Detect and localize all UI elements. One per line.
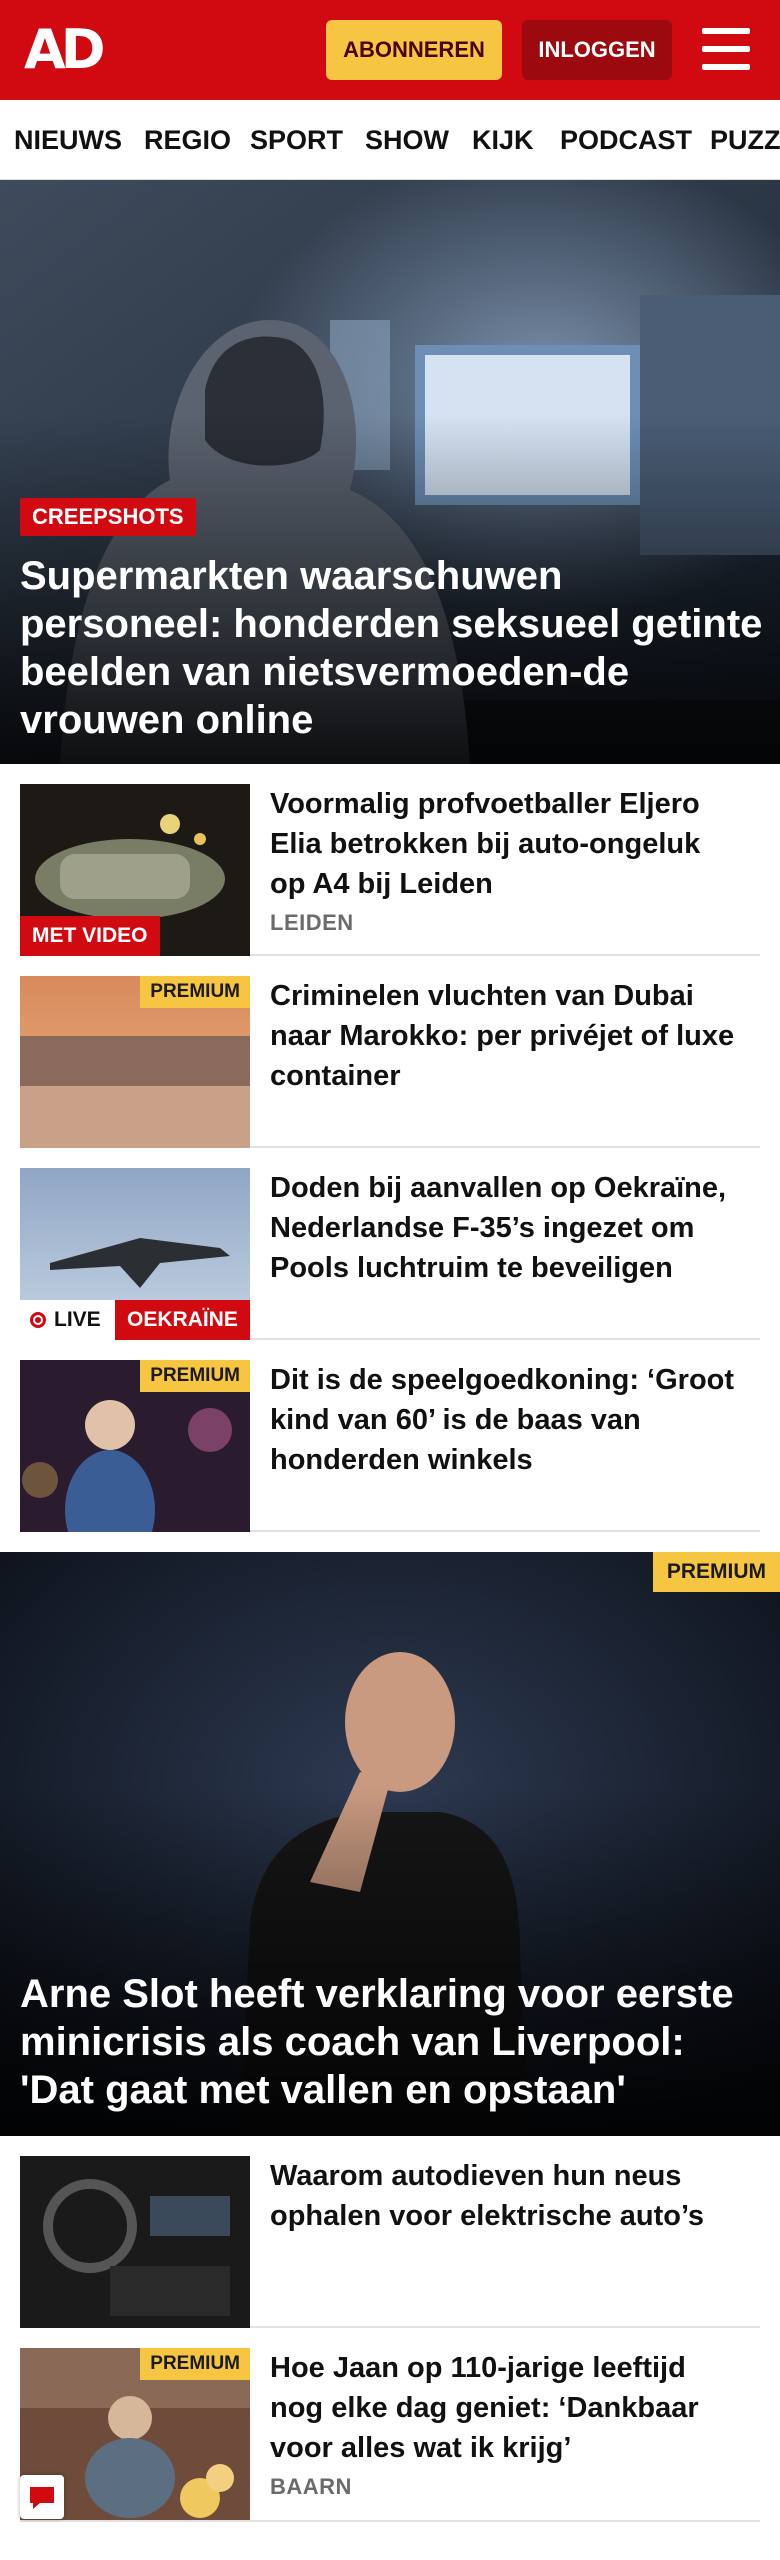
hero-headline[interactable]: Arne Slot heeft verklaring voor eerste m… bbox=[20, 1970, 766, 2114]
top-header: AD ABONNEREN INLOGGEN bbox=[0, 0, 780, 100]
subscribe-button[interactable]: ABONNEREN bbox=[326, 20, 502, 80]
hero-article-arne-slot[interactable]: PREMIUM Arne Slot heeft verklaring voor … bbox=[0, 1552, 780, 2136]
list-item[interactable]: PREMIUM Hoe Jaan op 110-jarige leeftijd … bbox=[20, 2328, 760, 2522]
section-nav: NIEUWS REGIO SPORT SHOW KIJK PODCAST PUZ… bbox=[0, 100, 780, 180]
hero-article-creepshots[interactable]: CREEPSHOTS Supermarkten waarschuwen pers… bbox=[0, 180, 780, 764]
nav-item-podcast[interactable]: PODCAST bbox=[560, 100, 692, 179]
nav-item-sport[interactable]: SPORT bbox=[250, 100, 343, 179]
article-thumbnail bbox=[20, 2156, 250, 2328]
nav-item-puzzel[interactable]: PUZZ bbox=[710, 100, 780, 179]
premium-badge: PREMIUM bbox=[140, 976, 250, 1008]
article-location: LEIDEN bbox=[270, 910, 354, 935]
hamburger-menu-icon[interactable] bbox=[700, 24, 752, 74]
comment-icon[interactable] bbox=[20, 2475, 64, 2519]
article-title[interactable]: Hoe Jaan op 110-jarige leeftijd nog elke… bbox=[270, 2348, 740, 2468]
hero-headline[interactable]: Supermarkten waarschuwen personeel: hond… bbox=[20, 552, 766, 744]
list-item[interactable]: PREMIUM Dit is de speelgoedkoning: ‘Groo… bbox=[20, 1340, 760, 1532]
ad-logo[interactable]: AD bbox=[24, 20, 116, 80]
nav-item-regio[interactable]: REGIO bbox=[144, 100, 231, 179]
list-item[interactable]: PREMIUM Criminelen vluchten van Dubai na… bbox=[20, 956, 760, 1148]
login-button[interactable]: INLOGGEN bbox=[522, 20, 672, 80]
nav-item-show[interactable]: SHOW bbox=[365, 100, 449, 179]
article-thumbnail: MET VIDEO bbox=[20, 784, 250, 956]
list-item[interactable]: Waarom autodieven hun neus ophalen voor … bbox=[20, 2136, 760, 2328]
category-tag[interactable]: CREEPSHOTS bbox=[20, 498, 196, 536]
article-title[interactable]: Voormalig profvoetballer Eljero Elia bet… bbox=[270, 784, 740, 904]
premium-badge: PREMIUM bbox=[140, 2348, 250, 2380]
premium-badge: PREMIUM bbox=[652, 1552, 780, 1592]
article-location: BAARN bbox=[270, 2474, 352, 2499]
list-item[interactable]: MET VIDEO Voormalig profvoetballer Eljer… bbox=[20, 764, 760, 956]
live-dot-icon bbox=[30, 1312, 46, 1328]
article-title[interactable]: Doden bij aanvallen op Oekraïne, Nederla… bbox=[270, 1168, 740, 1288]
video-tag: MET VIDEO bbox=[20, 916, 160, 956]
article-thumbnail: PREMIUM bbox=[20, 1360, 250, 1532]
live-indicator: LIVE bbox=[20, 1300, 115, 1340]
category-tag: OEKRAÏNE bbox=[115, 1300, 250, 1340]
nav-item-kijk[interactable]: KIJK bbox=[472, 100, 534, 179]
nav-item-nieuws[interactable]: NIEUWS bbox=[14, 100, 122, 179]
article-title[interactable]: Dit is de speelgoedkoning: ‘Groot kind v… bbox=[270, 1360, 740, 1480]
article-title[interactable]: Waarom autodieven hun neus ophalen voor … bbox=[270, 2156, 740, 2236]
article-thumbnail: LIVE OEKRAÏNE bbox=[20, 1168, 250, 1340]
article-thumbnail: PREMIUM bbox=[20, 976, 250, 1148]
list-item[interactable]: LIVE OEKRAÏNE Doden bij aanvallen op Oek… bbox=[20, 1148, 760, 1340]
article-title[interactable]: Criminelen vluchten van Dubai naar Marok… bbox=[270, 976, 740, 1096]
premium-badge: PREMIUM bbox=[140, 1360, 250, 1392]
